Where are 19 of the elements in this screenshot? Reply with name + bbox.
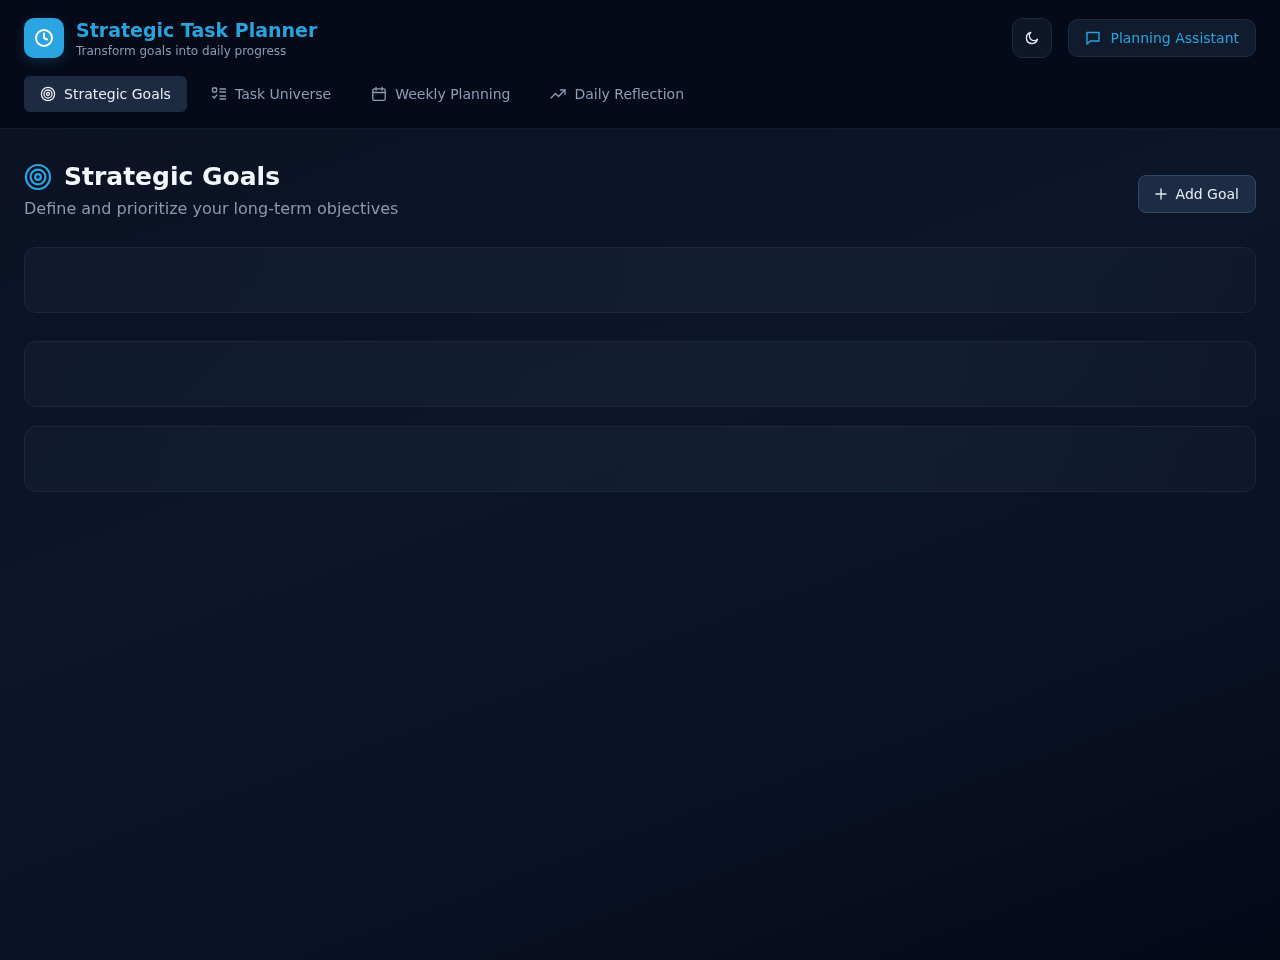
- nav-tab[interactable]: Task Universe: [194, 76, 348, 112]
- target-icon: [40, 86, 56, 102]
- nav-tab[interactable]: Strategic Goals: [24, 76, 187, 112]
- plus-icon: [1154, 188, 1167, 200]
- section-title: Strategic Goals: [64, 161, 281, 193]
- checklist-icon: [210, 86, 227, 102]
- planning-assistant-button[interactable]: Planning Assistant: [1068, 19, 1256, 57]
- target-icon: [24, 163, 52, 191]
- nav-tab[interactable]: Weekly Planning: [355, 76, 527, 112]
- add-goal-button[interactable]: Add Goal: [1137, 175, 1256, 213]
- app-title: Strategic Task Planner: [76, 18, 318, 41]
- clock-logo-icon: [24, 18, 64, 58]
- moon-icon: [1024, 30, 1041, 46]
- app-subtitle: Transform goals into daily progress: [76, 43, 288, 58]
- section-subtitle: Define and prioritize your long-term objectives: [24, 199, 399, 219]
- nav-tab[interactable]: Daily Reflection: [534, 76, 700, 112]
- chat-bubble-icon: [1085, 30, 1102, 46]
- calendar-icon: [371, 86, 388, 102]
- theme-toggle-button[interactable]: [1012, 18, 1053, 58]
